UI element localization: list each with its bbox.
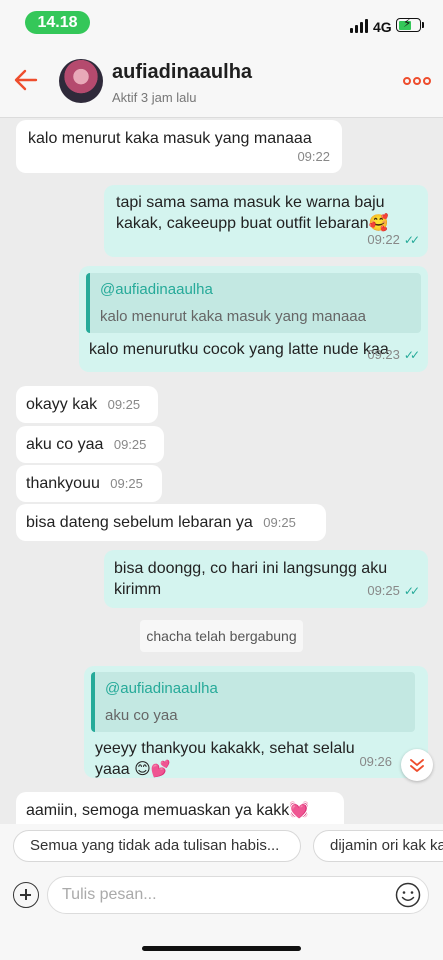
contact-name[interactable]: aufiadinaaulha [112,61,252,84]
message-text: tapi sama sama masuk ke warna baju kakak… [116,194,389,232]
message-incoming[interactable]: aamiin, semoga memuaskan ya kakk💓 [16,792,344,824]
message-time: 09:25 [263,515,296,530]
message-outgoing-reply[interactable]: @aufiadinaaulha aku co yaa yeeyy thankyo… [84,666,428,778]
quote-text: kalo menurut kaka masuk yang manaaa [100,308,366,325]
message-time: 09:23 [367,347,400,362]
message-text: thankyouu [26,475,100,492]
double-check-icon: ✓✓ [403,584,420,598]
scroll-down-button[interactable] [401,749,433,781]
message-time: 09:22 [367,232,400,247]
back-arrow-icon[interactable] [12,66,40,94]
chat-thread[interactable]: kalo menurut kaka masuk yang manaaa 09:2… [0,118,443,824]
avatar[interactable] [59,59,103,103]
signal-icon [350,19,370,33]
chat-header: aufiadinaaulha Aktif 3 jam lalu [0,44,443,118]
message-meta: 09:25 ✓✓ [367,580,420,602]
quote-author: @aufiadinaaulha [105,680,218,697]
message-composer [0,870,443,960]
quick-reply-chip[interactable]: Semua yang tidak ada tulisan habis... [13,830,301,862]
quoted-message[interactable]: @aufiadinaaulha kalo menurut kaka masuk … [86,273,421,333]
message-text: kalo menurut kaka masuk yang manaaa [28,130,312,147]
message-input[interactable] [47,876,429,914]
status-time: 14.18 [25,11,90,34]
message-incoming[interactable]: bisa dateng sebelum lebaran ya 09:25 [16,504,326,541]
status-bar: 14.18 4G ⚡ [0,0,443,44]
message-time: 09:22 [297,149,330,164]
message-time: 09:25 [110,476,143,491]
double-check-icon: ✓✓ [403,348,420,362]
battery-icon: ⚡ [396,16,421,32]
quick-reply-chip[interactable]: dijamin ori kak ka [313,830,443,862]
message-time: 09:25 [367,583,400,598]
home-indicator [142,946,301,951]
message-time: 09:25 [113,437,147,452]
message-incoming[interactable]: thankyouu 09:25 [16,465,162,502]
quote-author: @aufiadinaaulha [100,281,213,298]
quick-reply-bar: Semua yang tidak ada tulisan habis... di… [0,824,443,870]
message-time: 09:25 [107,397,141,412]
message-text: aku co yaa [26,436,104,453]
message-time: 09:26 [359,754,392,769]
network-label: 4G [373,19,392,35]
message-incoming[interactable]: kalo menurut kaka masuk yang manaaa 09:2… [16,120,342,173]
message-outgoing[interactable]: bisa doongg, co hari ini langsungg aku k… [104,550,428,608]
system-notice: chacha telah bergabung [140,620,303,652]
message-text: bisa dateng sebelum lebaran ya [26,514,253,531]
double-check-icon: ✓✓ [403,233,420,247]
message-incoming[interactable]: aku co yaa 09:25 [16,426,164,463]
chevron-down-icon [410,759,424,772]
message-meta: 09:22 ✓✓ [367,229,420,251]
message-text: yeeyy thankyou kakakk, sehat selalu yaaa… [95,740,355,778]
message-text: aamiin, semoga memuaskan ya kakk💓 [26,802,310,819]
message-meta: 09:26 [359,751,392,772]
message-outgoing-reply[interactable]: @aufiadinaaulha kalo menurut kaka masuk … [79,266,428,372]
message-incoming[interactable]: okayy kak 09:25 [16,386,158,423]
plus-icon[interactable] [13,882,39,908]
quoted-message[interactable]: @aufiadinaaulha aku co yaa [91,672,415,732]
message-meta: 09:23 ✓✓ [367,344,420,366]
contact-status: Aktif 3 jam lalu [112,90,197,105]
quote-text: aku co yaa [105,707,178,724]
more-dots-icon[interactable] [403,75,433,87]
message-outgoing[interactable]: tapi sama sama masuk ke warna baju kakak… [104,185,428,257]
emoji-icon[interactable] [395,882,421,908]
message-text: okayy kak [26,396,98,413]
